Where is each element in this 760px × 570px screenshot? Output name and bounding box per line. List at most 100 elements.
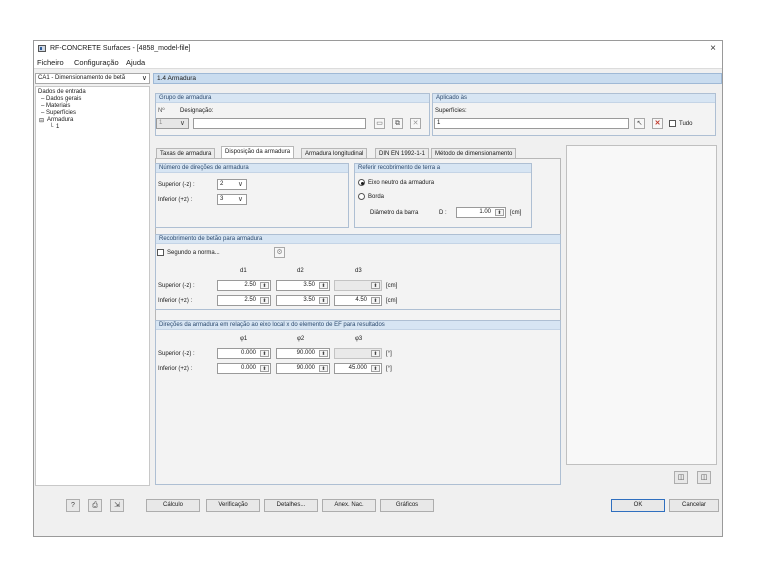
cover-lower-d3[interactable]: 4.50 ⬍ bbox=[334, 295, 382, 306]
chevron-down-icon: ∨ bbox=[237, 196, 243, 203]
per-standard-checkbox[interactable] bbox=[157, 249, 164, 256]
design-case-select[interactable]: CA1 - Dimensionamento de betã ∨ bbox=[35, 73, 150, 84]
cover-reference-title: Referir recobrimento de terra a bbox=[355, 164, 531, 173]
close-icon[interactable]: × bbox=[710, 43, 716, 54]
ok-button[interactable]: OK bbox=[611, 499, 665, 512]
spin-arrows-icon[interactable]: ⬍ bbox=[371, 350, 380, 357]
spin-arrows-icon[interactable]: ⬍ bbox=[319, 297, 328, 304]
spin-arrows-icon[interactable]: ⬍ bbox=[319, 350, 328, 357]
lower-directions-select[interactable]: 3 ∨ bbox=[217, 194, 247, 205]
tree-item-armadura-1[interactable]: 1 bbox=[56, 124, 59, 130]
cm-unit-label: [cm] bbox=[386, 298, 398, 304]
clear-surface-icon[interactable]: ✕ bbox=[652, 118, 663, 129]
spin-arrows-icon[interactable]: ⬍ bbox=[495, 209, 504, 216]
preview-panel bbox=[566, 145, 717, 465]
graphics-button[interactable]: Gráficos bbox=[380, 499, 434, 512]
group-number-select[interactable]: 1 ∨ bbox=[156, 118, 189, 129]
neutral-axis-label: Eixo neutro da armadura bbox=[368, 180, 435, 186]
reinforcement-group-title: Grupo de armadura bbox=[156, 94, 429, 103]
delete-group-icon[interactable]: ✕ bbox=[410, 118, 421, 129]
radio-neutral-axis[interactable] bbox=[358, 179, 365, 186]
export-icon[interactable]: ⇲ bbox=[110, 499, 124, 512]
standard-settings-icon[interactable]: ⚙ bbox=[274, 247, 285, 258]
spin-arrows-icon[interactable]: ⬍ bbox=[371, 365, 380, 372]
spin-arrows-icon[interactable]: ⬍ bbox=[319, 365, 328, 372]
details-button[interactable]: Detalhes... bbox=[264, 499, 318, 512]
angle-lower-phi3[interactable]: 45.000 ⬍ bbox=[334, 363, 382, 374]
spin-arrows-icon[interactable]: ⬍ bbox=[260, 282, 269, 289]
spin-arrows-icon[interactable]: ⬍ bbox=[371, 297, 380, 304]
spin-arrows-icon[interactable]: ⬍ bbox=[371, 282, 380, 289]
spin-arrows-icon[interactable]: ⬍ bbox=[260, 350, 269, 357]
cm-unit-label: [cm] bbox=[386, 283, 398, 289]
tree-item-materiais[interactable]: Materiais bbox=[46, 103, 70, 109]
surfaces-input[interactable]: 1 bbox=[434, 118, 629, 129]
cover-lower-d1-value: 2.50 bbox=[244, 297, 256, 303]
tree-item-superficies[interactable]: Superfícies bbox=[46, 110, 76, 116]
tree-root[interactable]: Dados de entrada bbox=[38, 89, 86, 95]
angle-upper-phi2-value: 90.000 bbox=[296, 350, 315, 356]
angle-lower-phi1[interactable]: 0.000 ⬍ bbox=[217, 363, 271, 374]
cover-lower-label: Inferior (+z) : bbox=[158, 298, 193, 304]
cover-upper-d3[interactable]: ⬍ bbox=[334, 280, 382, 291]
spin-arrows-icon[interactable]: ⬍ bbox=[319, 282, 328, 289]
bar-diameter-input[interactable]: 1.00 ⬍ bbox=[456, 207, 506, 218]
print-icon[interactable]: ⎙ bbox=[88, 499, 102, 512]
angle-lower-phi2[interactable]: 90.000 ⬍ bbox=[276, 363, 330, 374]
all-label: Tudo bbox=[679, 121, 693, 127]
tree-expander-icon[interactable]: ⊟ bbox=[39, 117, 44, 124]
menu-configuracao[interactable]: Configuração bbox=[74, 58, 119, 67]
designation-input[interactable] bbox=[193, 118, 366, 129]
cover-upper-d1[interactable]: 2.50 ⬍ bbox=[217, 280, 271, 291]
verification-button[interactable]: Verificação bbox=[206, 499, 260, 512]
tree-line-icon: – bbox=[41, 103, 45, 109]
angle-upper-phi3[interactable]: ⬍ bbox=[334, 348, 382, 359]
help-icon[interactable]: ? bbox=[66, 499, 80, 512]
cover-lower-d1[interactable]: 2.50 ⬍ bbox=[217, 295, 271, 306]
group-number-value: 1 bbox=[159, 120, 163, 126]
angle-upper-phi2[interactable]: 90.000 ⬍ bbox=[276, 348, 330, 359]
angle-lower-phi3-value: 45.000 bbox=[348, 365, 367, 371]
new-group-icon[interactable]: ▭ bbox=[374, 118, 385, 129]
directions-count-title: Número de direções de armadura bbox=[156, 164, 348, 173]
angle-upper-phi1[interactable]: 0.000 ⬍ bbox=[217, 348, 271, 359]
view-icon[interactable]: ◫ bbox=[674, 471, 688, 484]
chevron-down-icon: ∨ bbox=[179, 120, 185, 127]
title-bar: RF-CONCRETE Surfaces - [4858_model-file]… bbox=[34, 41, 722, 56]
tree-line-icon: └ bbox=[49, 124, 54, 130]
surfaces-label: Superfícies: bbox=[435, 108, 467, 114]
app-icon bbox=[38, 45, 46, 52]
d-label: D : bbox=[439, 210, 447, 216]
cover-lower-d2[interactable]: 3.50 ⬍ bbox=[276, 295, 330, 306]
chevron-down-icon: ∨ bbox=[237, 181, 243, 188]
applied-to-title: Aplicado às bbox=[433, 94, 715, 103]
all-checkbox[interactable] bbox=[669, 120, 676, 127]
spin-arrows-icon[interactable]: ⬍ bbox=[260, 297, 269, 304]
calculation-button[interactable]: Cálculo bbox=[146, 499, 200, 512]
spin-arrows-icon[interactable]: ⬍ bbox=[260, 365, 269, 372]
lower-directions-value: 3 bbox=[220, 196, 224, 202]
col-header-phi2: φ2 bbox=[297, 336, 305, 342]
window-title: RF-CONCRETE Surfaces - [4858_model-file] bbox=[50, 45, 191, 52]
upper-directions-select[interactable]: 2 ∨ bbox=[217, 179, 247, 190]
reinforcement-directions-title: Direções da armadura em relação ao eixo … bbox=[156, 321, 560, 330]
angle-upper-label: Superior (-z) : bbox=[158, 351, 195, 357]
directions-count-box: Número de direções de armadura bbox=[155, 163, 349, 228]
tree-item-armadura[interactable]: Armadura bbox=[47, 117, 73, 123]
view-alt-icon[interactable]: ◫ bbox=[697, 471, 711, 484]
national-annex-button[interactable]: Anex. Nac. bbox=[322, 499, 376, 512]
tree-line-icon: – bbox=[41, 96, 45, 102]
pick-surface-icon[interactable]: ↖ bbox=[634, 118, 645, 129]
col-header-phi3: φ3 bbox=[355, 336, 363, 342]
copy-group-icon[interactable]: ⧉ bbox=[392, 118, 403, 129]
menu-ajuda[interactable]: Ajuda bbox=[126, 58, 145, 67]
bar-diameter-label: Diâmetro da barra bbox=[370, 210, 419, 216]
tree-item-dados-gerais[interactable]: Dados gerais bbox=[46, 96, 81, 102]
lower-label: Inferior (+z) : bbox=[158, 197, 193, 203]
bar-diameter-value: 1.00 bbox=[479, 209, 491, 215]
designation-label: Designação: bbox=[180, 108, 214, 114]
cover-upper-d2[interactable]: 3.50 ⬍ bbox=[276, 280, 330, 291]
menu-ficheiro[interactable]: Ficheiro bbox=[37, 58, 64, 67]
radio-edge[interactable] bbox=[358, 193, 365, 200]
cancel-button[interactable]: Cancelar bbox=[669, 499, 719, 512]
